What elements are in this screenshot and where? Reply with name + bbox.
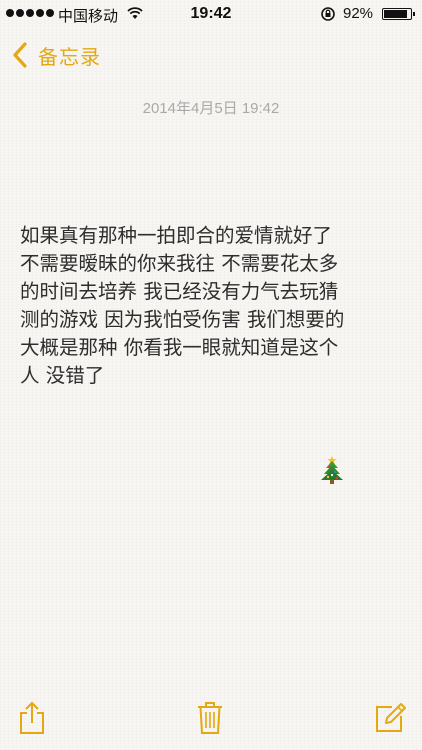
back-button-label: 备忘录 bbox=[38, 44, 101, 69]
back-button[interactable]: 备忘录 bbox=[12, 38, 101, 72]
status-bar: 中国移动 19:42 92% bbox=[0, 0, 422, 28]
note-line: 人 没错了 bbox=[20, 364, 105, 387]
christmas-tree-icon bbox=[318, 455, 346, 485]
note-line: 不需要暧昧的你来我往 不需要花太多 bbox=[20, 252, 339, 275]
note-line: 测的游戏 因为我怕受伤害 我们想要的 bbox=[20, 308, 345, 331]
compose-icon bbox=[374, 702, 406, 738]
battery-icon bbox=[382, 8, 415, 20]
note-line: 大概是那种 你看我一眼就知道是这个 bbox=[20, 336, 339, 359]
note-date: 2014年4月5日 19:42 bbox=[142, 100, 280, 117]
share-icon bbox=[18, 701, 46, 739]
trash-icon bbox=[197, 701, 223, 739]
compose-button[interactable] bbox=[372, 700, 408, 740]
note-line: 如果真有那种一拍即合的爱情就好了 bbox=[20, 224, 333, 247]
note-text[interactable]: 如果真有那种一拍即合的爱情就好了 不需要暧昧的你来我往 不需要花太多 的时间去培… bbox=[20, 222, 404, 390]
share-button[interactable] bbox=[14, 700, 50, 740]
battery-percent: 92% bbox=[343, 5, 374, 22]
rotation-lock-icon bbox=[320, 6, 336, 26]
delete-button[interactable] bbox=[192, 700, 228, 740]
note-line: 的时间去培养 我已经没有力气去玩猜 bbox=[20, 280, 339, 303]
chevron-left-icon bbox=[12, 40, 32, 70]
